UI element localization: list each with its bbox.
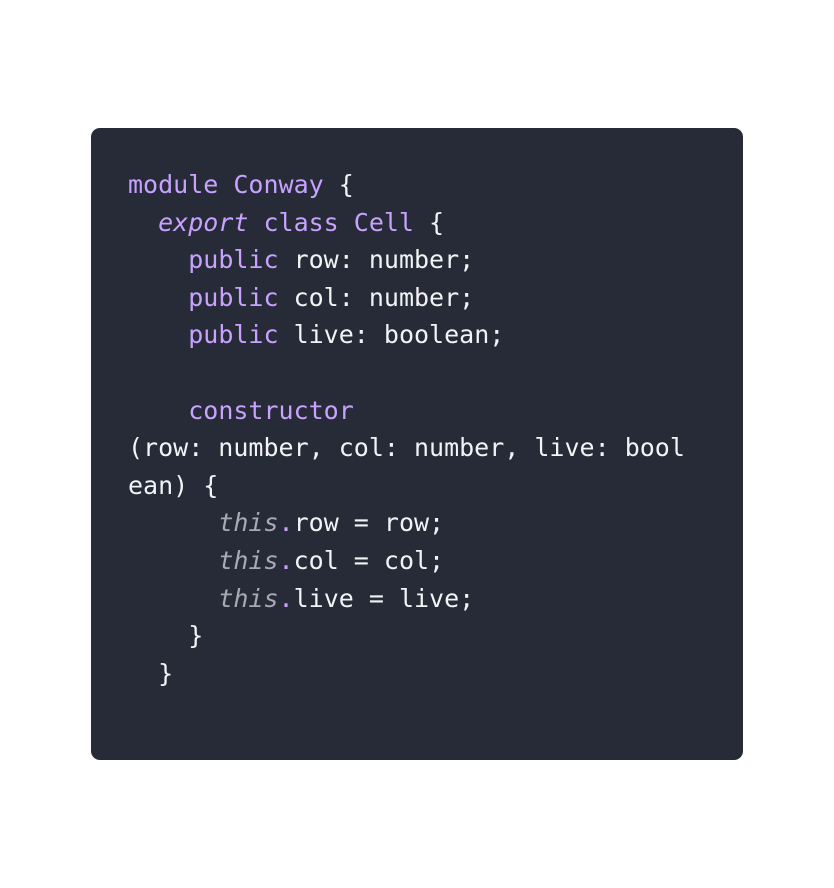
code-token: } — [128, 621, 204, 651]
code-token: this — [218, 583, 279, 613]
code-token: class — [248, 207, 354, 237]
code-token: row: number; — [278, 245, 475, 275]
code-token: col: number; — [278, 282, 475, 312]
code-token: col = col; — [293, 545, 445, 575]
code-token: this — [218, 508, 279, 538]
code-line: this.col = col; — [128, 542, 685, 580]
code-line: public live: boolean; — [128, 316, 685, 354]
code-content: module Conway { export class Cell { publ… — [128, 166, 685, 692]
code-token: row = row; — [293, 508, 445, 538]
code-token: . — [278, 545, 294, 575]
code-line: this.live = live; — [128, 580, 685, 618]
code-token: constructor — [188, 395, 354, 425]
code-token: live = live; — [293, 583, 475, 613]
code-line: (row: number, col: number, live: bool — [128, 429, 685, 467]
code-token: live: boolean; — [278, 320, 505, 350]
code-token: { — [323, 170, 354, 199]
code-line: public row: number; — [128, 241, 685, 279]
code-token: this — [218, 545, 279, 575]
code-token: (row: number, col: number, live: bool — [128, 433, 685, 463]
code-token: module — [128, 170, 219, 199]
code-token: { — [414, 207, 445, 237]
code-token: Cell — [353, 207, 414, 237]
code-token: export — [158, 207, 249, 237]
code-line: constructor — [128, 392, 685, 430]
code-block: module Conway { export class Cell { publ… — [91, 128, 743, 760]
code-line: ean) { — [128, 467, 685, 505]
code-line: module Conway { — [128, 166, 685, 204]
code-token: public — [188, 282, 279, 312]
code-token: . — [278, 583, 294, 613]
code-token: Conway — [233, 170, 324, 199]
code-line: } — [128, 617, 685, 655]
code-token: . — [278, 508, 294, 538]
code-token: ean) { — [128, 470, 219, 500]
code-line: this.row = row; — [128, 504, 685, 542]
code-line: } — [128, 655, 685, 693]
code-token: } — [128, 658, 174, 688]
code-line: export class Cell { — [128, 204, 685, 242]
code-token: public — [188, 320, 279, 350]
code-token: public — [188, 245, 279, 275]
code-line: public col: number; — [128, 279, 685, 317]
